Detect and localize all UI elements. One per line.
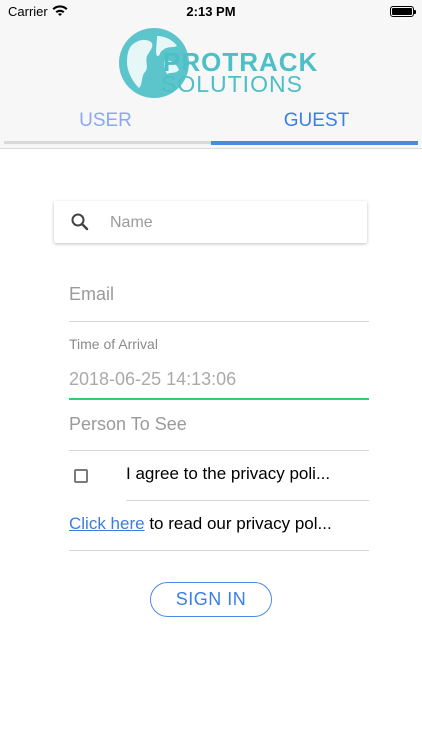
name-search-box: [54, 201, 367, 245]
tab-user-indicator: [4, 141, 211, 144]
tab-guest[interactable]: GUEST: [211, 110, 422, 132]
arrival-input[interactable]: [69, 369, 369, 390]
tab-guest-indicator: [211, 141, 418, 145]
arrival-field: Time of Arrival: [69, 335, 369, 400]
person-to-see-field: [69, 414, 369, 451]
battery-icon: [390, 6, 416, 17]
privacy-policy-text: Click here to read our privacy pol...: [69, 514, 369, 551]
search-icon: [71, 213, 89, 231]
tab-bar: USER GUEST: [0, 100, 422, 149]
person-to-see-input[interactable]: [69, 414, 369, 435]
arrival-label: Time of Arrival: [69, 336, 158, 352]
privacy-agree-row: I agree to the privacy poli...: [69, 452, 369, 501]
privacy-policy-rest: to read our privacy pol...: [144, 514, 332, 533]
status-bar: Carrier 2:13 PM: [0, 0, 422, 24]
company-logo: PROTRACK SOLUTIONS: [117, 26, 317, 100]
email-input[interactable]: [69, 284, 369, 305]
clock: 2:13 PM: [186, 4, 236, 19]
email-field: [69, 284, 369, 322]
tab-user[interactable]: USER: [0, 110, 211, 132]
name-search-input[interactable]: [108, 201, 352, 245]
sign-in-button[interactable]: SIGN IN: [150, 582, 272, 617]
privacy-agree-label: I agree to the privacy poli...: [126, 464, 369, 501]
privacy-policy-link[interactable]: Click here: [69, 514, 145, 533]
privacy-agree-checkbox[interactable]: [74, 469, 88, 483]
logo-text-solutions: SOLUTIONS: [161, 71, 303, 97]
